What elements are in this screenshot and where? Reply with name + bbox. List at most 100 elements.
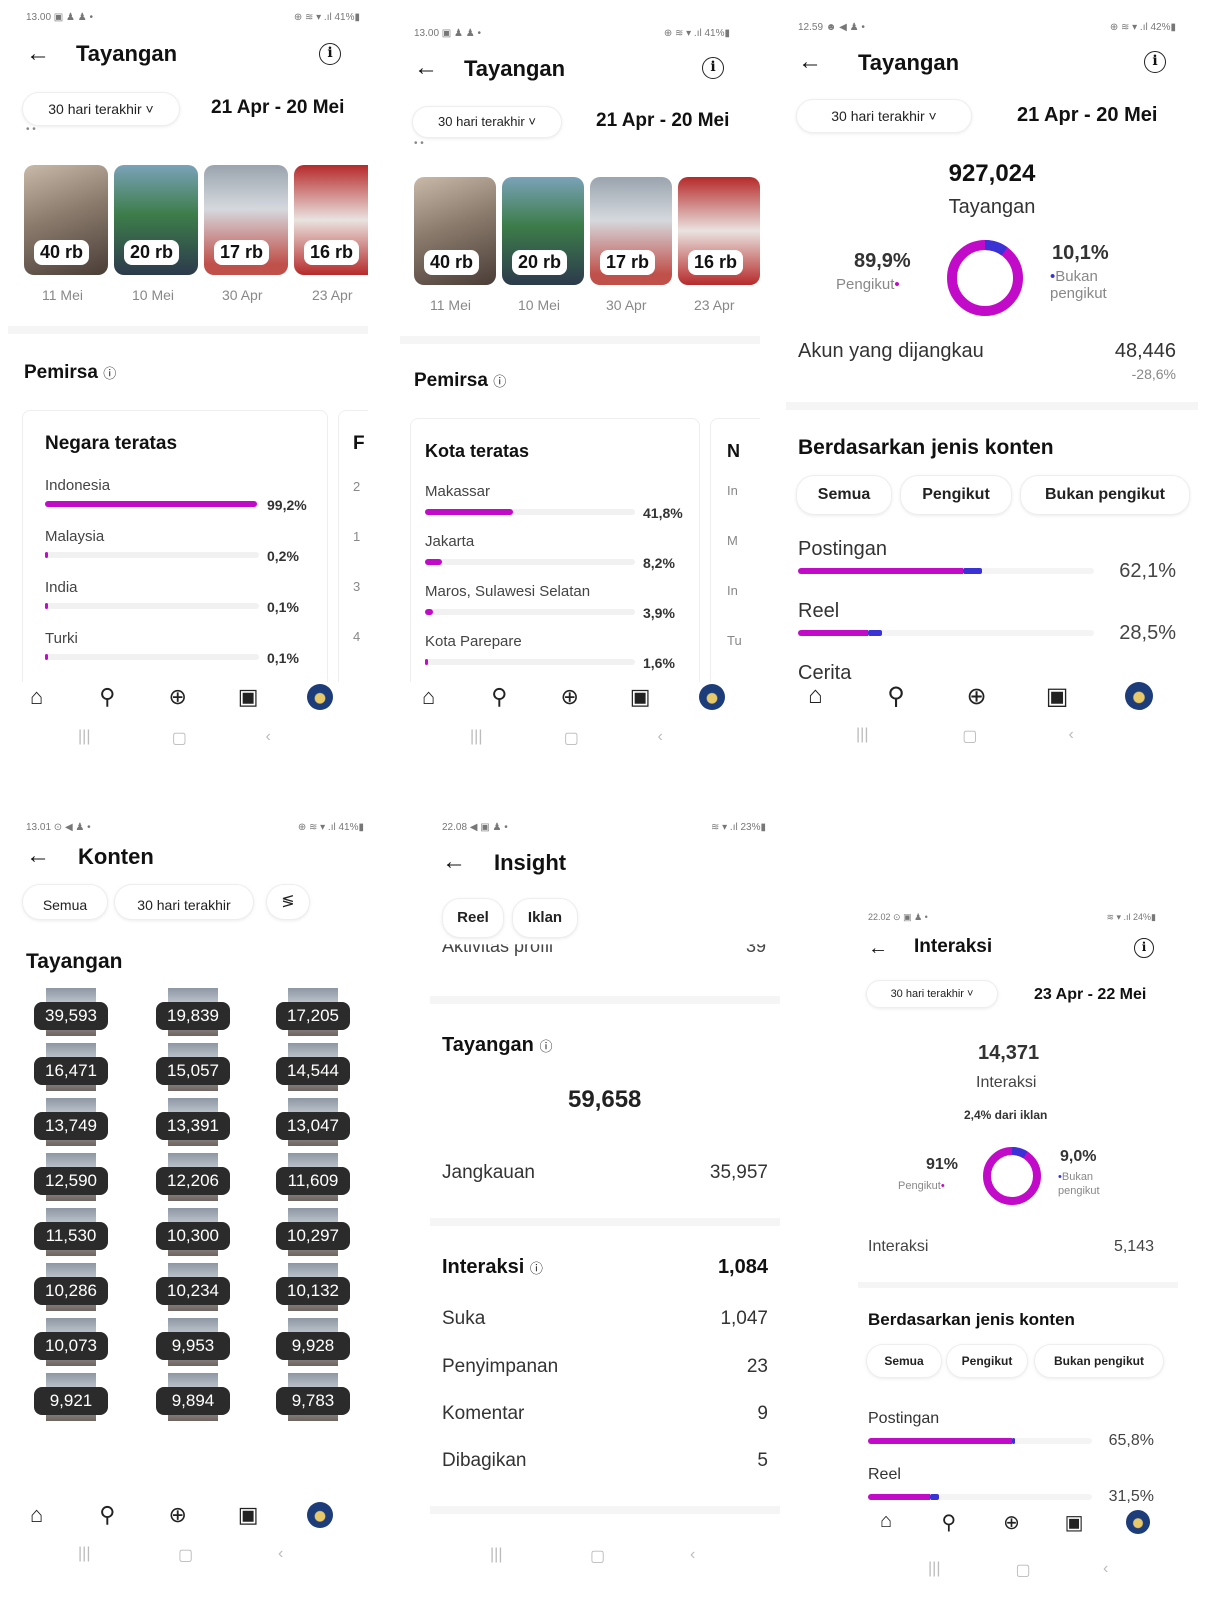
content-grid-cell[interactable]: 13,047 (266, 1098, 360, 1146)
home-button-icon[interactable]: ▢ (962, 726, 977, 746)
back-arrow-icon[interactable]: ← (442, 850, 466, 874)
create-icon[interactable]: ⊕ (168, 1502, 186, 1528)
create-icon[interactable]: ⊕ (966, 682, 986, 711)
back-arrow-icon[interactable]: ← (26, 844, 50, 868)
back-button-icon[interactable]: ‹ (1069, 726, 1074, 744)
recent-apps-icon[interactable]: ||| (490, 1546, 502, 1564)
post-thumbnail[interactable]: 40 rb (414, 177, 496, 285)
home-button-icon[interactable]: ▢ (1016, 1560, 1031, 1580)
content-grid-cell[interactable]: 39,593 (24, 988, 118, 1036)
recent-apps-icon[interactable]: ||| (78, 1545, 90, 1563)
profile-avatar[interactable] (698, 684, 725, 710)
info-icon[interactable]: i (1134, 938, 1154, 958)
content-grid-cell[interactable]: 9,894 (146, 1373, 240, 1421)
home-button-icon[interactable]: ▢ (178, 1545, 193, 1565)
filter-chip-followers[interactable]: Pengikut (900, 475, 1012, 515)
home-icon[interactable]: ⌂ (808, 682, 823, 710)
content-grid-cell[interactable]: 13,391 (146, 1098, 240, 1146)
date-range-dropdown[interactable]: 30 hari terakhir ˅ (22, 92, 180, 126)
search-icon[interactable]: ⚲ (887, 682, 905, 711)
filter-icon[interactable]: ≶ (266, 884, 310, 920)
content-grid-cell[interactable]: 11,530 (24, 1208, 118, 1256)
content-grid-cell[interactable]: 9,928 (266, 1318, 360, 1366)
home-icon[interactable]: ⌂ (30, 1502, 43, 1528)
reels-icon[interactable]: ▣ (238, 1502, 259, 1528)
date-range-dropdown[interactable]: 30 hari terakhir ˅ (866, 980, 998, 1008)
post-thumbnail[interactable]: 17 rb (204, 165, 288, 275)
content-grid-cell[interactable]: 10,234 (146, 1263, 240, 1311)
filter-chip-all[interactable]: Semua (866, 1344, 942, 1378)
info-icon[interactable]: i (1144, 51, 1166, 73)
search-icon[interactable]: ⚲ (491, 684, 507, 710)
reels-icon[interactable]: ▣ (630, 684, 651, 710)
content-grid-cell[interactable]: 15,057 (146, 1043, 240, 1091)
create-icon[interactable]: ⊕ (1003, 1510, 1020, 1535)
date-range-dropdown[interactable]: 30 hari terakhir ˅ (412, 106, 562, 138)
post-thumbnail[interactable]: 20 rb (114, 165, 198, 275)
back-button-icon[interactable]: ‹ (278, 1545, 283, 1563)
recent-apps-icon[interactable]: ||| (78, 728, 90, 746)
filter-chip-all[interactable]: Semua (796, 475, 892, 515)
info-icon[interactable]: i (702, 57, 724, 79)
back-arrow-icon[interactable]: ← (868, 936, 888, 960)
content-grid-cell[interactable]: 10,132 (266, 1263, 360, 1311)
content-grid-cell[interactable]: 10,300 (146, 1208, 240, 1256)
back-arrow-icon[interactable]: ← (798, 50, 822, 74)
back-arrow-icon[interactable]: ← (414, 56, 438, 80)
search-icon[interactable]: ⚲ (99, 1502, 115, 1528)
chip-ads[interactable]: Iklan (512, 898, 578, 938)
profile-avatar[interactable] (306, 684, 333, 710)
post-thumbnail[interactable]: 40 rb (24, 165, 108, 275)
home-icon[interactable]: ⌂ (30, 684, 43, 710)
profile-avatar[interactable] (1124, 682, 1153, 710)
filter-chip-nonfollowers[interactable]: Bukan pengikut (1020, 475, 1190, 515)
recent-apps-icon[interactable]: ||| (928, 1560, 940, 1578)
back-button-icon[interactable]: ‹ (1103, 1560, 1108, 1578)
back-arrow-icon[interactable]: ← (26, 42, 50, 66)
reels-icon[interactable]: ▣ (1046, 682, 1069, 711)
reels-icon[interactable]: ▣ (238, 684, 259, 710)
content-grid-cell[interactable]: 16,471 (24, 1043, 118, 1091)
home-button-icon[interactable]: ▢ (564, 728, 579, 748)
search-icon[interactable]: ⚲ (942, 1510, 957, 1535)
profile-avatar[interactable] (306, 1502, 333, 1528)
content-grid-cell[interactable]: 17,205 (266, 988, 360, 1036)
home-button-icon[interactable]: ▢ (172, 728, 187, 748)
reels-icon[interactable]: ▣ (1065, 1510, 1084, 1535)
create-icon[interactable]: ⊕ (560, 684, 578, 710)
filter-chip-followers[interactable]: Pengikut (946, 1344, 1028, 1378)
info-icon[interactable]: i (319, 43, 341, 65)
recent-apps-icon[interactable]: ||| (856, 726, 868, 744)
search-icon[interactable]: ⚲ (99, 684, 115, 710)
filter-chip-range[interactable]: 30 hari terakhir (114, 884, 254, 920)
post-thumbnail[interactable]: 20 rb (502, 177, 584, 285)
content-grid-cell[interactable]: 14,544 (266, 1043, 360, 1091)
post-thumbnail[interactable]: 17 rb (590, 177, 672, 285)
back-button-icon[interactable]: ‹ (266, 728, 271, 746)
content-grid-cell[interactable]: 11,609 (266, 1153, 360, 1201)
home-icon[interactable]: ⌂ (880, 1510, 892, 1533)
content-grid-cell[interactable]: 9,921 (24, 1373, 118, 1421)
filter-chip-all[interactable]: Semua (22, 884, 108, 920)
chip-reel[interactable]: Reel (442, 898, 504, 938)
content-grid-cell[interactable]: 10,286 (24, 1263, 118, 1311)
back-button-icon[interactable]: ‹ (658, 728, 663, 746)
profile-avatar[interactable] (1126, 1510, 1151, 1534)
home-button-icon[interactable]: ▢ (590, 1546, 605, 1566)
content-grid-cell[interactable]: 9,783 (266, 1373, 360, 1421)
home-icon[interactable]: ⌂ (422, 684, 435, 710)
filter-chip-nonfollowers[interactable]: Bukan pengikut (1034, 1344, 1164, 1378)
content-grid-cell[interactable]: 9,953 (146, 1318, 240, 1366)
date-range-dropdown[interactable]: 30 hari terakhir ˅ (796, 99, 972, 133)
recent-apps-icon[interactable]: ||| (470, 728, 482, 746)
content-grid-cell[interactable]: 10,073 (24, 1318, 118, 1366)
back-button-icon[interactable]: ‹ (690, 1546, 695, 1564)
content-grid-cell[interactable]: 13,749 (24, 1098, 118, 1146)
content-grid-cell[interactable]: 12,206 (146, 1153, 240, 1201)
content-grid-cell[interactable]: 19,839 (146, 988, 240, 1036)
post-thumbnail[interactable]: 16 rb (678, 177, 760, 285)
content-grid-cell[interactable]: 10,297 (266, 1208, 360, 1256)
post-thumbnail[interactable]: 16 rb (294, 165, 368, 275)
content-grid-cell[interactable]: 12,590 (24, 1153, 118, 1201)
create-icon[interactable]: ⊕ (168, 684, 186, 710)
